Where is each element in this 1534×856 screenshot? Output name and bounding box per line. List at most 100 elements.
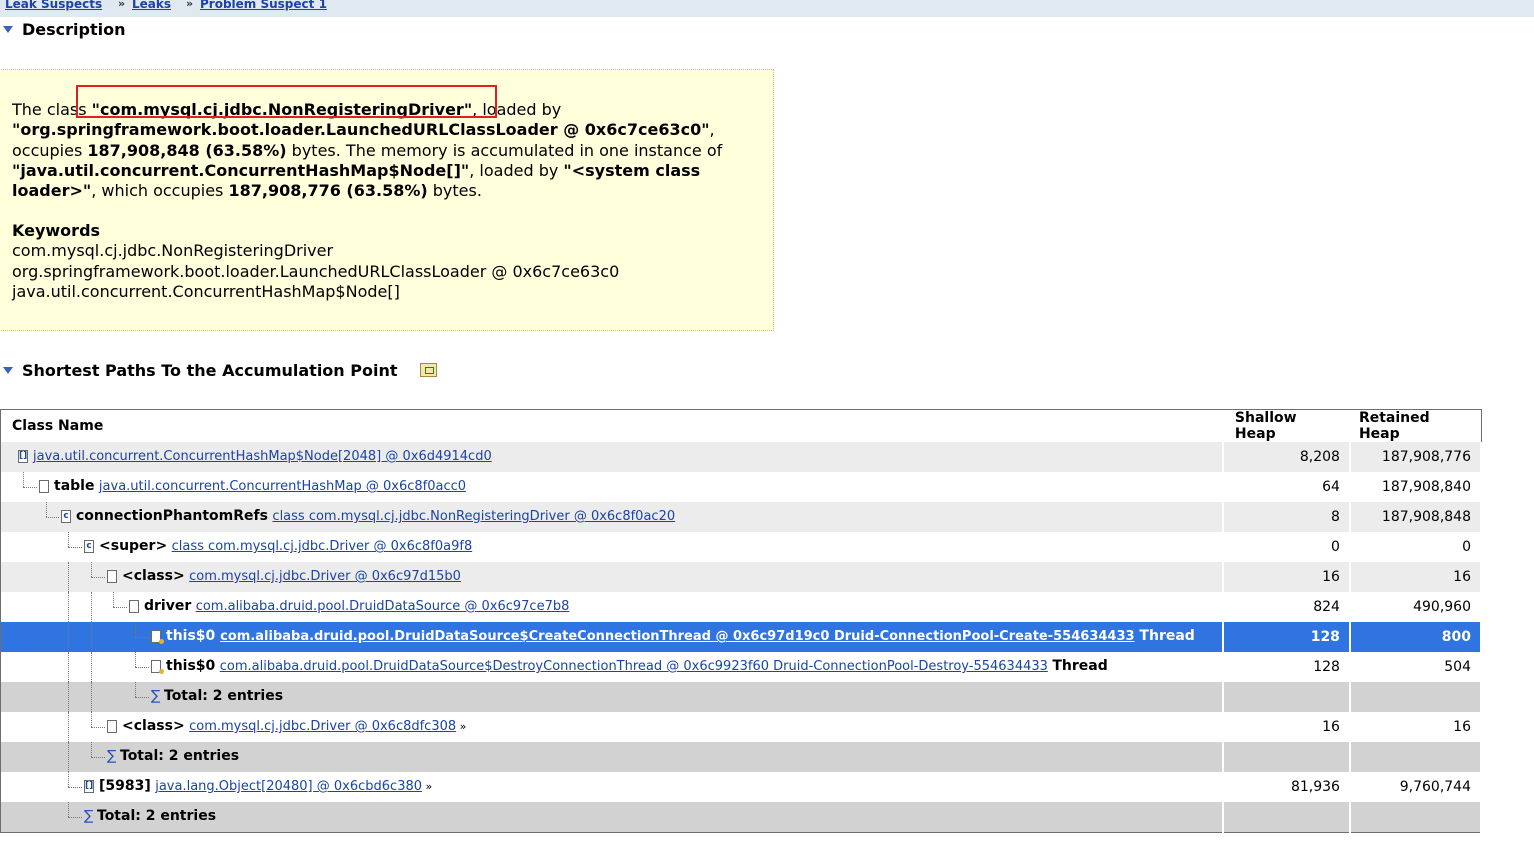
retained-heap-cell: 800 [1349, 622, 1483, 652]
breadcrumb-separator: » [186, 0, 194, 10]
object-icon [129, 600, 139, 613]
field-name: Total: 2 entries [97, 808, 217, 824]
table-row[interactable]: table java.util.concurrent.ConcurrentHas… [0, 472, 1483, 502]
paths-section-toggle[interactable]: Shortest Paths To the Accumulation Point [3, 361, 398, 380]
retained-heap-cell [1349, 682, 1483, 712]
field-name: <class> [122, 568, 185, 584]
table-total-row[interactable]: ∑ Total: 2 entries [0, 742, 1483, 772]
shallow-heap-cell: 824 [1222, 592, 1351, 622]
instance-occupied-bytes: 187,908,776 (63.58%) [228, 181, 428, 201]
expand-more-icon[interactable]: » [422, 780, 433, 793]
object-link[interactable]: java.util.concurrent.ConcurrentHashMap$N… [33, 449, 492, 464]
object-link[interactable]: com.alibaba.druid.pool.DruidDataSource$C… [220, 629, 1134, 644]
tree-guide-line [46, 517, 59, 518]
table-row[interactable]: driver com.alibaba.druid.pool.DruidDataS… [0, 592, 1483, 622]
table-row[interactable]: [] [5983] java.lang.Object[20480] @ 0x6cb… [0, 772, 1483, 802]
description-title: Description [22, 20, 126, 39]
row-label: table java.util.concurrent.ConcurrentHas… [54, 478, 466, 494]
sum-icon: ∑ [84, 808, 94, 824]
retained-heap-cell: 504 [1349, 652, 1483, 682]
array-icon: [] [84, 780, 94, 793]
tree-guide-line [68, 622, 69, 652]
breadcrumb-problem-suspect[interactable]: Problem Suspect 1 [200, 0, 327, 11]
object-link[interactable]: com.mysql.cj.jdbc.Driver @ 0x6c97d15b0 [189, 569, 461, 584]
tree-guide-line [68, 547, 82, 548]
collapse-triangle-icon [3, 26, 13, 33]
retained-heap-cell [1349, 742, 1483, 772]
shallow-heap-cell [1222, 682, 1351, 712]
tree-guide-line [68, 532, 69, 547]
row-label: Total: 2 entries [97, 808, 216, 824]
keywords-title: Keywords [12, 221, 101, 240]
table-total-row[interactable]: ∑ Total: 2 entries [0, 802, 1483, 833]
class-name-cell: c connectionPhantomRefs class com.mysql.c… [0, 502, 1224, 532]
description-section-toggle[interactable]: Description [3, 20, 125, 39]
tree-guide-line [91, 592, 92, 622]
table-row[interactable]: <class> com.mysql.cj.jdbc.Driver @ 0x6c9… [0, 562, 1483, 592]
tree-guide-line [91, 652, 92, 682]
breadcrumb-leaks[interactable]: Leaks [132, 0, 171, 11]
table-row[interactable]: this$0 com.alibaba.druid.pool.DruidDataS… [0, 622, 1483, 652]
shallow-heap-cell: 8,208 [1222, 442, 1351, 472]
table-total-row[interactable]: ∑ Total: 2 entries [0, 682, 1483, 712]
tree-guide-line [135, 667, 149, 668]
shallow-heap-cell [1222, 802, 1351, 833]
object-link[interactable]: java.util.concurrent.ConcurrentHashMap @… [99, 479, 466, 494]
row-label: this$0 com.alibaba.druid.pool.DruidDataS… [166, 658, 1108, 674]
field-name: connectionPhantomRefs [76, 508, 268, 524]
tree-guide-line [135, 682, 136, 697]
retained-heap-cell: 490,960 [1349, 592, 1483, 622]
table-row[interactable]: <class> com.mysql.cj.jdbc.Driver @ 0x6c8… [0, 712, 1483, 742]
tree-guide-line [68, 772, 69, 787]
tree-guide-line [91, 682, 92, 712]
class-loader: "org.springframework.boot.loader.Launche… [12, 120, 710, 140]
class-name-cell: ∑ Total: 2 entries [0, 682, 1224, 712]
tree-guide-line [91, 757, 105, 758]
breadcrumb: Leak Suspects » Leaks » Problem Suspect … [0, 0, 1534, 17]
row-label: this$0 com.alibaba.druid.pool.DruidDataS… [166, 628, 1195, 644]
field-name: [5983] [99, 778, 151, 794]
tree-guide-line [91, 742, 92, 757]
accumulation-instance: "java.util.concurrent.ConcurrentHashMap$… [12, 160, 470, 180]
tree-guide-line [68, 712, 69, 742]
column-shallow-heap[interactable]: Shallow Heap [1223, 410, 1350, 442]
thread-icon [151, 660, 164, 674]
field-name: this$0 [166, 628, 216, 644]
array-icon: [] [18, 450, 28, 463]
object-link[interactable]: class com.mysql.cj.jdbc.Driver @ 0x6c8f0… [172, 539, 473, 554]
shallow-heap-cell: 16 [1222, 562, 1351, 592]
collapse-triangle-icon [3, 367, 13, 374]
table-row[interactable]: [] java.util.concurrent.ConcurrentHashMa… [0, 442, 1483, 472]
object-icon [39, 480, 49, 493]
shallow-heap-cell: 81,936 [1222, 772, 1351, 802]
table-row[interactable]: this$0 com.alibaba.druid.pool.DruidDataS… [0, 652, 1483, 682]
shallow-heap-cell: 64 [1222, 472, 1351, 502]
object-link[interactable]: com.alibaba.druid.pool.DruidDataSource @… [196, 599, 570, 614]
export-icon[interactable] [420, 363, 437, 377]
retained-heap-cell: 16 [1349, 562, 1483, 592]
class-icon: c [84, 540, 94, 553]
keywords-block: Keywords com.mysql.cj.jdbc.NonRegisterin… [12, 221, 772, 302]
class-name-cell: ∑ Total: 2 entries [0, 802, 1224, 833]
object-link[interactable]: java.lang.Object[20480] @ 0x6cbd6c380 [155, 779, 422, 794]
object-link[interactable]: class com.mysql.cj.jdbc.NonRegisteringDr… [272, 509, 675, 524]
breadcrumb-separator: » [118, 0, 126, 10]
tree-guide-line [91, 712, 92, 727]
object-link[interactable]: com.alibaba.druid.pool.DruidDataSource$D… [220, 659, 1048, 674]
table-row[interactable]: c connectionPhantomRefs class com.mysql.c… [0, 502, 1483, 532]
shallow-heap-cell: 0 [1222, 532, 1351, 562]
expand-more-icon[interactable]: » [456, 720, 467, 733]
tree-guide-line [91, 622, 92, 652]
thread-icon [151, 630, 164, 644]
column-retained-heap[interactable]: Retained Heap [1350, 410, 1481, 442]
field-name: <class> [122, 718, 185, 734]
object-link[interactable]: com.mysql.cj.jdbc.Driver @ 0x6c8dfc308 [189, 719, 456, 734]
red-highlight-annotation [76, 85, 497, 118]
table-row[interactable]: c <super> class com.mysql.cj.jdbc.Driver … [0, 532, 1483, 562]
row-label: Total: 2 entries [164, 688, 283, 704]
column-class-name[interactable]: Class Name [1, 410, 1223, 443]
tree-guide-line [135, 697, 149, 698]
breadcrumb-leak-suspects[interactable]: Leak Suspects [5, 0, 102, 11]
tree-guide-line [68, 652, 69, 682]
row-label: <class> com.mysql.cj.jdbc.Driver @ 0x6c8… [122, 718, 466, 734]
